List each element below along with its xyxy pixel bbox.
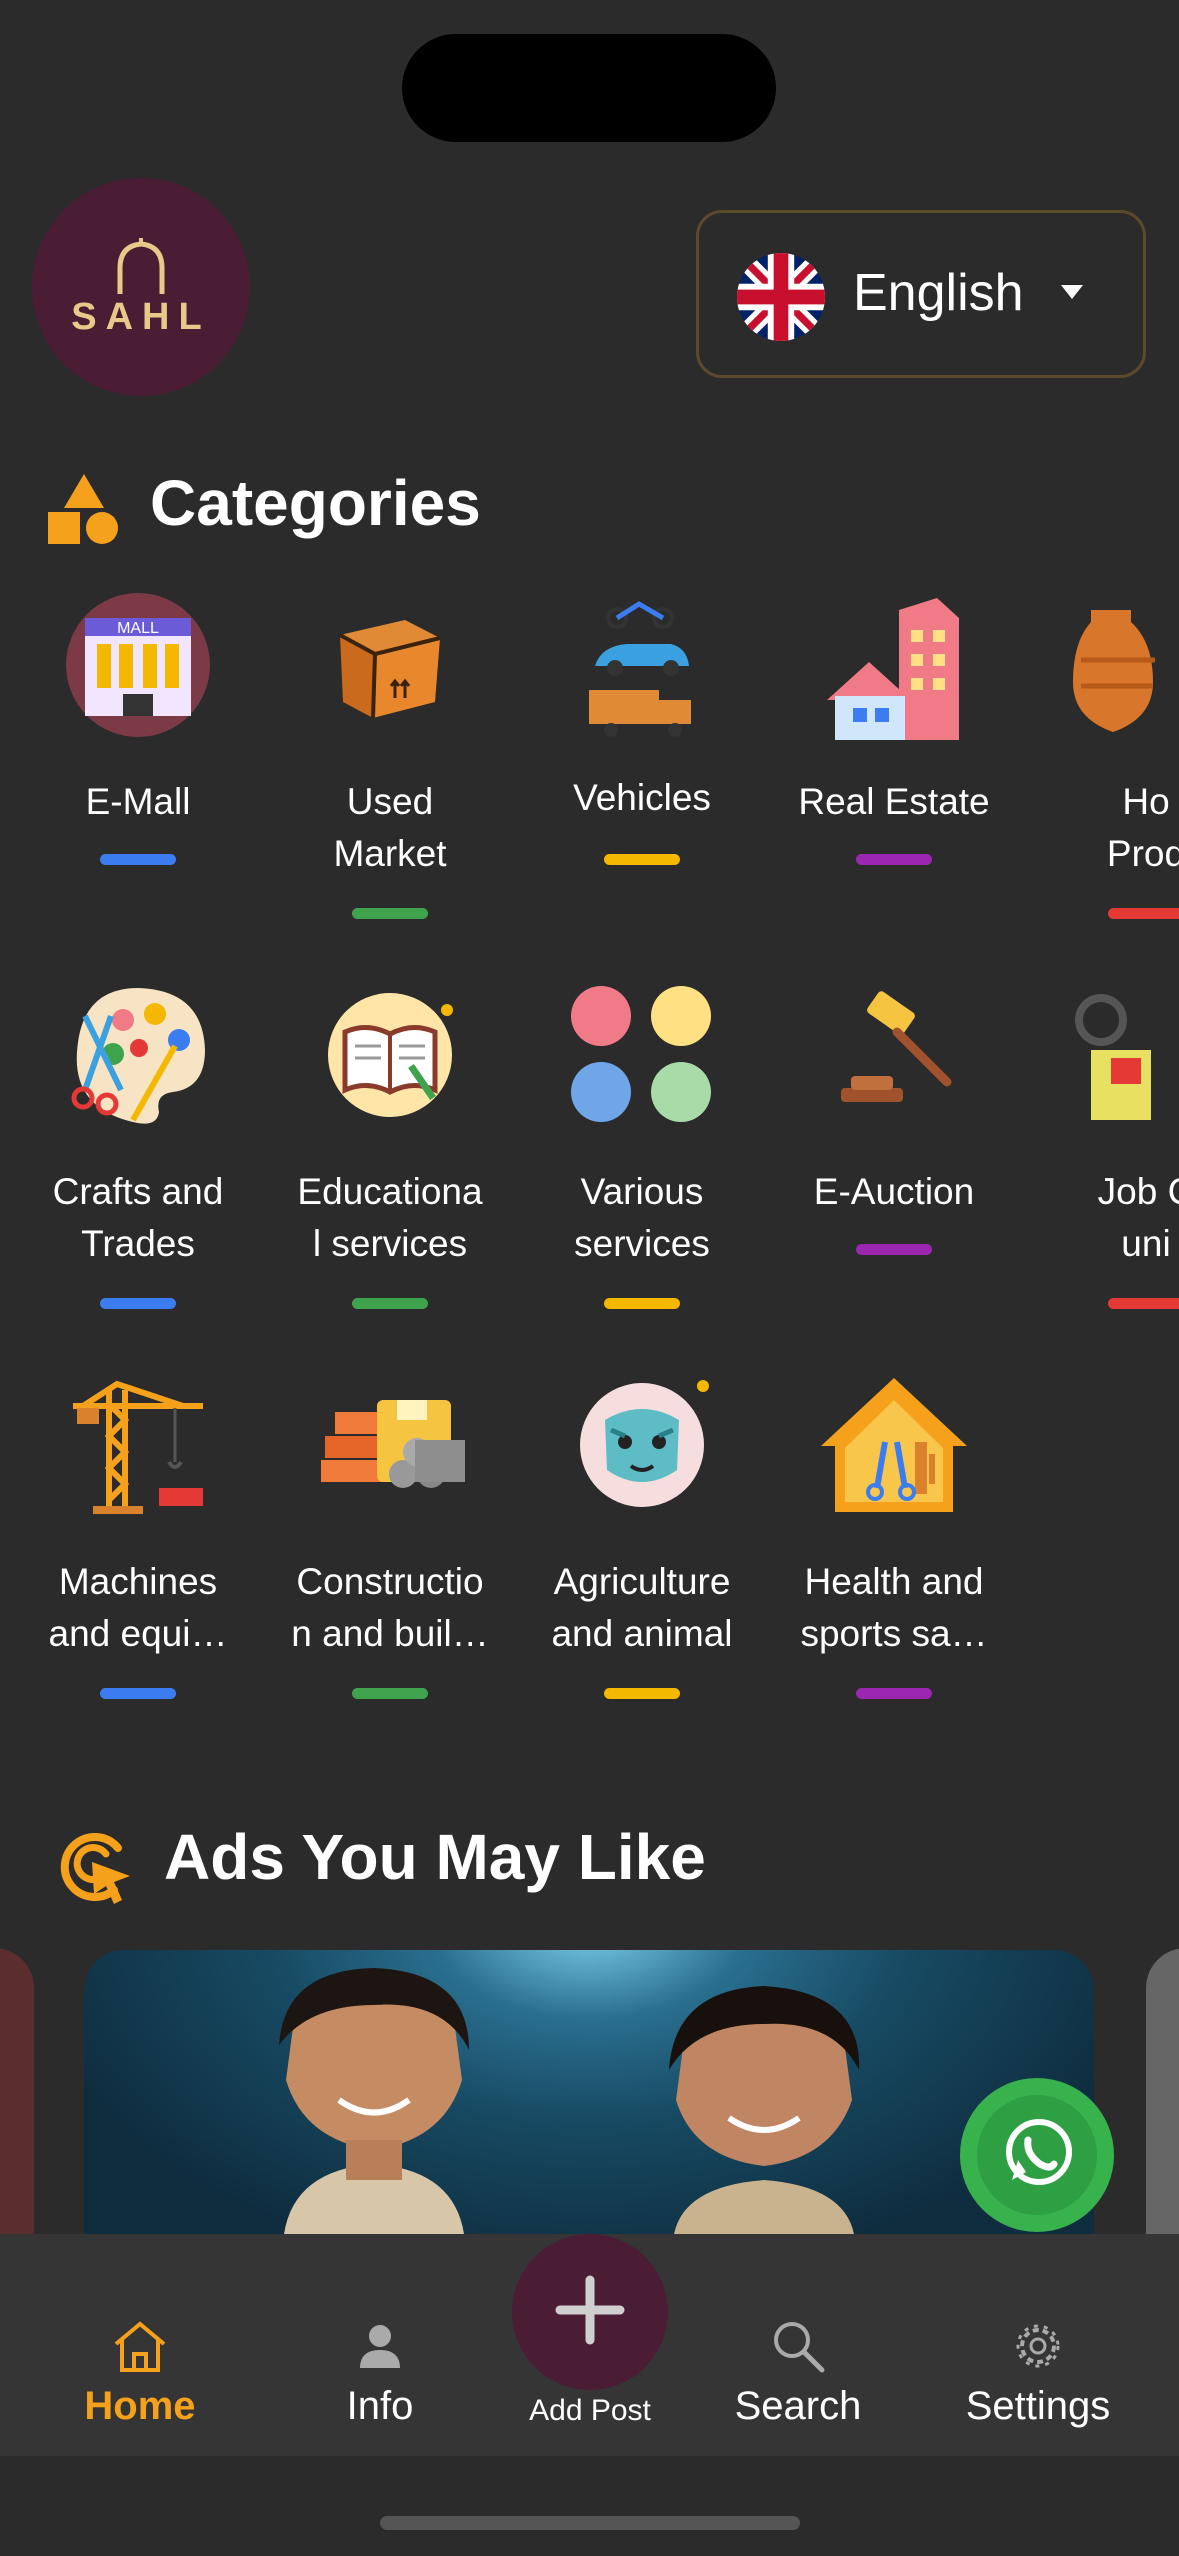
ad-image (279, 1968, 860, 2234)
uk-flag-icon (737, 253, 825, 341)
category-item[interactable]: Educationa l services (264, 980, 516, 1320)
home-indicator (380, 2516, 800, 2530)
category-label: Educationa l services (297, 1171, 483, 1264)
category-underline (352, 1688, 428, 1699)
category-underline (604, 854, 680, 865)
category-label: Real Estate (798, 781, 990, 822)
ad-card[interactable] (84, 1950, 1094, 2234)
circles-icon (571, 986, 711, 1122)
shapes-icon (48, 474, 118, 544)
health-icon (821, 1378, 967, 1512)
caret-down-icon (1061, 285, 1083, 299)
animal-icon (580, 1380, 709, 1507)
add-post-button[interactable] (512, 2234, 668, 2390)
category-label: Job C uni (1097, 1171, 1179, 1264)
language-label: English (853, 264, 1024, 322)
bricks-icon (321, 1400, 465, 1488)
category-underline (1108, 908, 1179, 919)
category-underline (100, 1688, 176, 1699)
category-item[interactable]: Used Market (264, 590, 516, 930)
add-post-label: Add Post (529, 2394, 651, 2427)
nav-settings-label: Settings (965, 2384, 1111, 2428)
category-item[interactable]: Job C uni (1020, 980, 1179, 1320)
category-label: Constructio n and buil… (291, 1561, 489, 1654)
category-underline (100, 1298, 176, 1309)
category-item[interactable]: Constructio n and buil… (264, 1370, 516, 1710)
category-underline (1108, 1298, 1179, 1309)
arch-icon (117, 238, 165, 294)
ads-title: Ads You May Like (164, 1821, 706, 1893)
category-underline (604, 1688, 680, 1699)
category-item[interactable]: Machines and equi… (12, 1370, 264, 1710)
sahl-logo[interactable]: SAHL (32, 178, 250, 396)
book-icon (328, 993, 453, 1117)
category-underline (856, 854, 932, 865)
search-icon (774, 2322, 825, 2373)
logo-text: SAHL (71, 296, 211, 338)
nav-info-label: Info (346, 2384, 414, 2428)
category-label: Used Market (333, 781, 447, 874)
category-label: Machines and equi… (48, 1561, 228, 1654)
category-label: Vehicles (573, 777, 711, 818)
nav-home-label: Home (84, 2384, 196, 2428)
dynamic-island (402, 34, 776, 142)
target-cursor-icon (60, 1832, 130, 1904)
crane-icon (73, 1380, 203, 1514)
category-label: Agriculture and animal (551, 1561, 733, 1654)
category-item[interactable]: Crafts and Trades (12, 980, 264, 1320)
category-item[interactable]: Health and sports sa… (768, 1370, 1020, 1710)
category-label: Various services (574, 1171, 710, 1264)
buildings-icon (822, 593, 966, 740)
vase-icon (1073, 610, 1155, 732)
category-label: E-Mall (85, 781, 191, 822)
mall-icon: MALL (66, 593, 210, 737)
home-icon (114, 2321, 166, 2372)
category-label: E-Auction (813, 1171, 975, 1212)
gear-icon (1016, 2324, 1060, 2368)
ad-card-prev[interactable] (0, 1948, 34, 2234)
gavel-icon (841, 991, 952, 1102)
category-underline (856, 1244, 932, 1255)
svg-text:MALL: MALL (117, 620, 159, 637)
category-underline (352, 908, 428, 919)
category-item[interactable]: MALL E-Mall (12, 590, 264, 930)
category-item[interactable]: Ho Prod (1020, 590, 1179, 930)
whatsapp-icon (977, 2095, 1097, 2215)
categories-title: Categories (150, 467, 481, 539)
category-underline (604, 1298, 680, 1309)
category-underline (856, 1688, 932, 1699)
whatsapp-button[interactable] (960, 2078, 1114, 2232)
category-label: Crafts and Trades (52, 1171, 224, 1264)
category-item[interactable]: Various services (516, 980, 768, 1320)
nav-search-label: Search (734, 2384, 862, 2428)
palette-icon (71, 988, 205, 1124)
person-icon (360, 2325, 400, 2368)
category-label: Ho Prod (1106, 781, 1179, 874)
category-item[interactable]: Real Estate (768, 590, 1020, 930)
vehicles-icon (589, 601, 691, 737)
category-underline (100, 854, 176, 865)
cardboard-box-icon (339, 620, 441, 719)
language-selector[interactable]: English (696, 210, 1146, 378)
category-item[interactable]: Vehicles (516, 590, 768, 930)
category-item[interactable]: Agriculture and animal (516, 1370, 768, 1710)
ad-card-next[interactable] (1146, 1948, 1179, 2234)
category-label: Health and sports sa… (800, 1561, 988, 1654)
job-icon (1075, 994, 1151, 1120)
plus-icon (555, 2275, 625, 2345)
category-item[interactable]: E-Auction (768, 980, 1020, 1320)
category-underline (352, 1298, 428, 1309)
